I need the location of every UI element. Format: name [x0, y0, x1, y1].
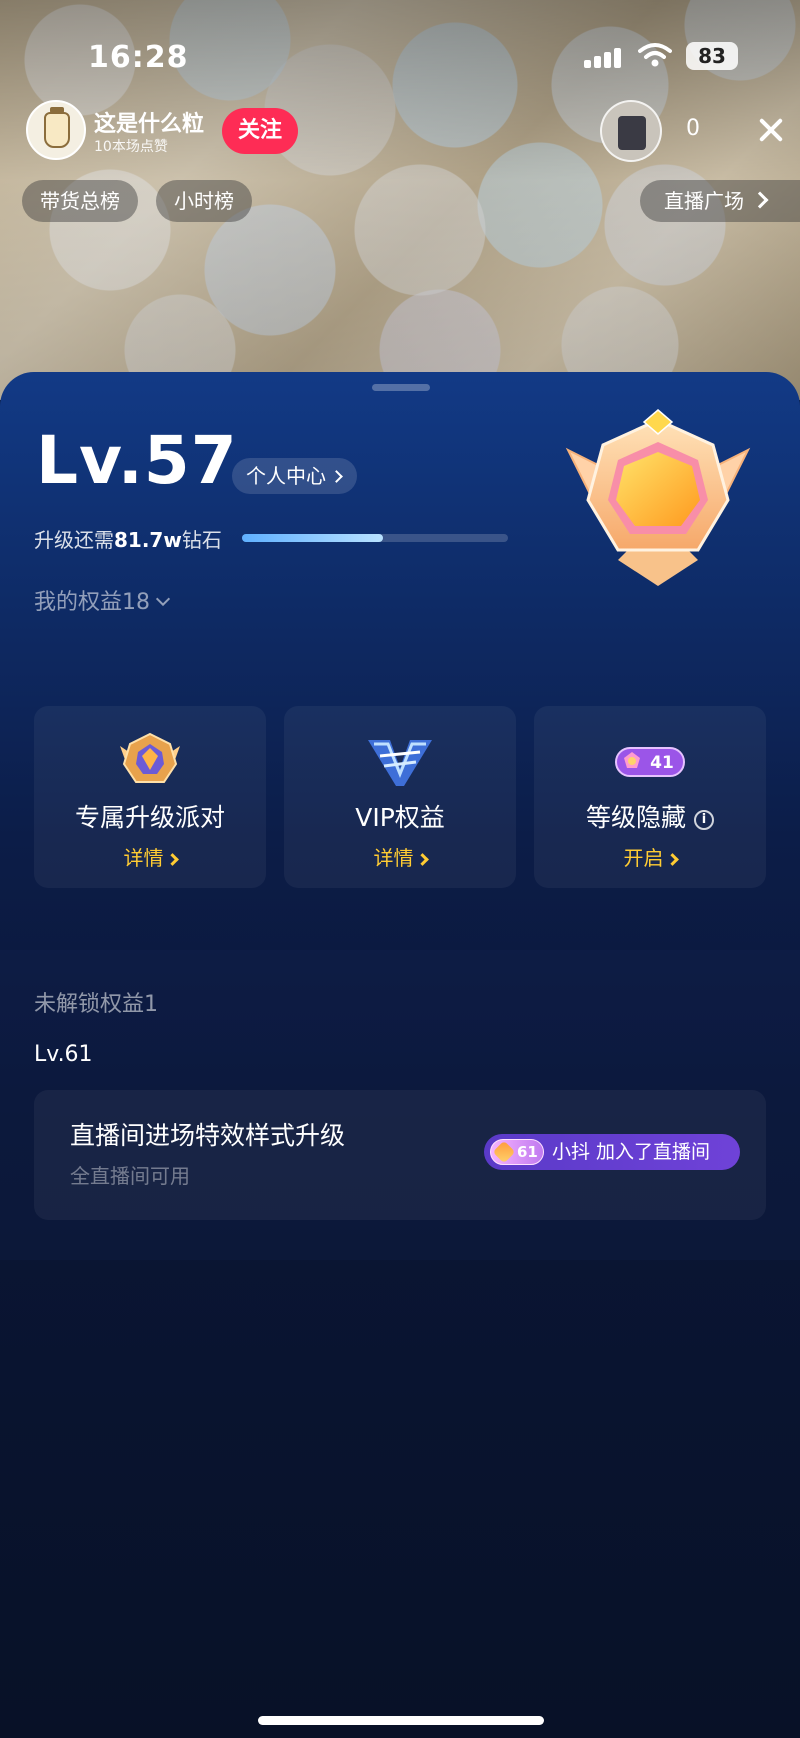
user-level: Lv.57 [36, 422, 238, 499]
chevron-down-icon [155, 591, 171, 607]
locked-benefit-card[interactable]: 直播间进场特效样式升级 全直播间可用 61 小抖 加入了直播间 [34, 1090, 766, 1220]
upgrade-prefix: 升级还需 [34, 528, 114, 552]
level-badge-icon [120, 732, 180, 783]
personal-center-label: 个人中心 [246, 464, 326, 488]
benefit-details-link[interactable]: 详情 [284, 842, 516, 871]
locked-benefit-title: 直播间进场特效样式升级 [70, 1121, 346, 1150]
benefit-title: VIP权益 [355, 803, 445, 832]
upgrade-amount: 81.7w [114, 528, 182, 552]
viewer-avatar[interactable] [600, 100, 662, 162]
cellular-signal-icon [584, 48, 624, 68]
level-progress-bar [242, 534, 508, 542]
benefit-card-vip[interactable]: VIP权益 详情 [284, 706, 516, 888]
info-icon[interactable]: i [694, 810, 714, 830]
vip-v-icon [368, 740, 432, 786]
locked-benefit-subtitle: 全直播间可用 [70, 1164, 190, 1188]
benefit-details-link[interactable]: 详情 [34, 842, 266, 871]
status-bar: 16:28 83 [0, 36, 800, 76]
locked-level-tag: Lv.61 [34, 1042, 93, 1067]
streamer-name: 这是什么粒 [94, 112, 205, 137]
level-41-badge-icon: 41 [615, 747, 685, 777]
hourly-rank-label: 小时榜 [174, 189, 234, 213]
locked-benefits-label: 未解锁权益1 [34, 992, 158, 1017]
viewer-count[interactable]: 0 [686, 116, 700, 141]
benefit-title-with-info: 等级隐藏 i [534, 798, 766, 834]
entry-effect-text: 小抖 加入了直播间 [552, 1141, 711, 1163]
live-plaza-button[interactable]: 直播广场 [640, 180, 800, 222]
level-bottom-sheet: Lv.57 个人中心 升级还需81.7w钻石 我的权益18 专属升级派对 详情 … [0, 372, 800, 1738]
follow-button[interactable]: 关注 [222, 108, 298, 154]
entry-effect-preview: 61 小抖 加入了直播间 [484, 1134, 740, 1170]
close-icon[interactable] [752, 110, 792, 150]
level-41-number: 41 [650, 753, 674, 773]
level-progress-fill [242, 534, 383, 542]
sales-rank-button[interactable]: 带货总榜 [22, 180, 138, 222]
benefit-card-level-hide[interactable]: 41 等级隐藏 i 开启 [534, 706, 766, 888]
chevron-right-icon [665, 853, 679, 866]
chevron-right-icon [751, 191, 769, 209]
benefit-action-label: 详情 [373, 846, 414, 870]
benefit-action-label: 开启 [623, 846, 664, 870]
jar-icon [44, 107, 70, 148]
upgrade-suffix: 钻石 [181, 528, 222, 552]
sales-rank-label: 带货总榜 [40, 189, 120, 213]
level-61-badge: 61 [490, 1139, 544, 1165]
streamer-likes: 10本场点赞 [94, 139, 168, 155]
upgrade-requirement: 升级还需81.7w钻石 [34, 524, 222, 553]
benefit-enable-link[interactable]: 开启 [534, 842, 766, 871]
wifi-icon [638, 43, 672, 67]
chevron-right-icon [165, 853, 179, 866]
live-plaza-label: 直播广场 [664, 189, 744, 213]
benefit-title: 等级隐藏 [585, 803, 686, 832]
status-time: 16:28 [88, 40, 189, 75]
my-benefits-label: 我的权益18 [34, 590, 150, 615]
benefit-action-label: 详情 [123, 846, 164, 870]
benefit-title: 专属升级派对 [74, 803, 225, 832]
chevron-right-icon [415, 853, 429, 866]
my-benefits-toggle[interactable]: 我的权益18 [34, 584, 171, 616]
drag-handle[interactable] [372, 384, 430, 391]
chevron-right-icon [330, 470, 343, 483]
hourly-rank-button[interactable]: 小时榜 [156, 180, 252, 222]
home-indicator[interactable] [258, 1716, 544, 1725]
level-badge-icon [565, 409, 751, 586]
benefit-card-upgrade-party[interactable]: 专属升级派对 详情 [34, 706, 266, 888]
battery-indicator: 83 [686, 42, 738, 70]
personal-center-link[interactable]: 个人中心 [232, 458, 357, 494]
streamer-avatar[interactable] [26, 100, 86, 160]
